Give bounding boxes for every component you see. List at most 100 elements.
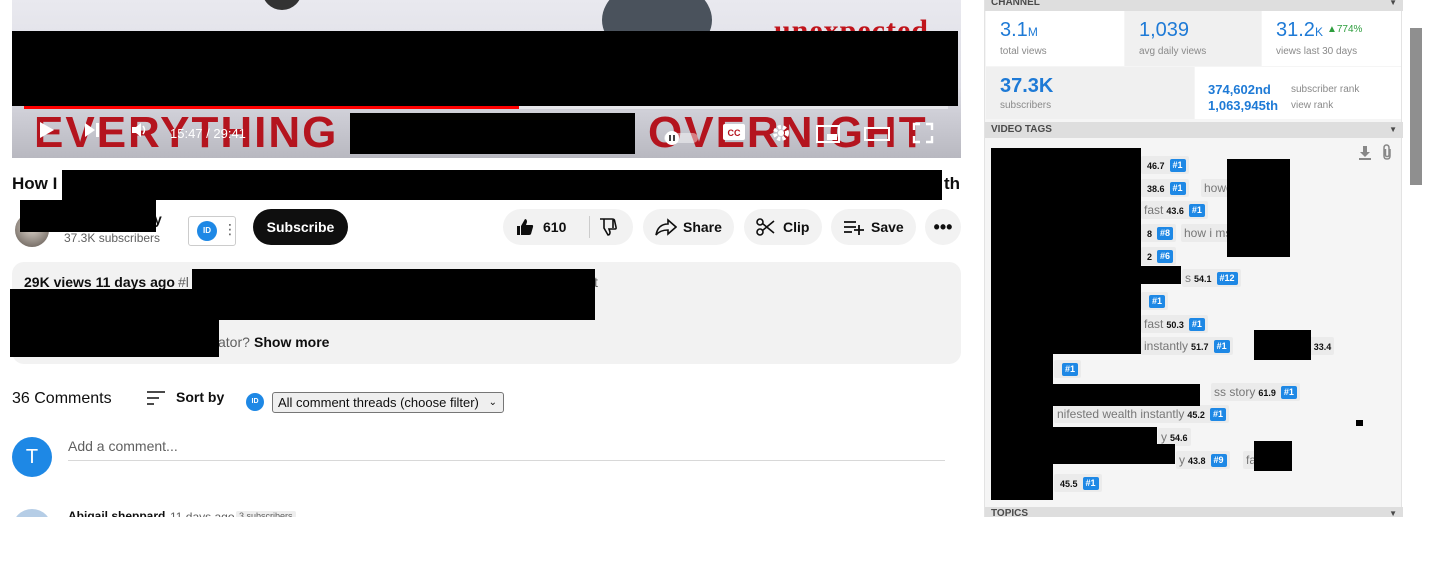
- next-icon[interactable]: [82, 120, 102, 147]
- video-tag[interactable]: 8 #8: [1141, 224, 1177, 242]
- tag-score: 43.6: [1166, 206, 1184, 216]
- more-vert-icon: ⋮: [223, 221, 237, 237]
- video-tag[interactable]: #1: [1054, 360, 1082, 378]
- tag-rank-badge: #8: [1157, 227, 1174, 240]
- redacted-block: [62, 170, 942, 200]
- tag-text: y: [1179, 453, 1185, 467]
- redacted-block: [1053, 384, 1200, 406]
- theater-icon[interactable]: [864, 124, 890, 150]
- hashtag-link[interactable]: #l: [178, 274, 189, 290]
- tags-section-header[interactable]: VIDEO TAGS ▼: [985, 122, 1403, 138]
- redacted-block: [10, 289, 219, 357]
- show-more-button[interactable]: Show more: [254, 334, 329, 350]
- tag-score: 8: [1147, 229, 1153, 239]
- video-tag[interactable]: s 54.1 #12: [1182, 269, 1241, 287]
- tag-score: 43.8: [1188, 456, 1206, 466]
- video-tag[interactable]: 38.6 #1: [1141, 179, 1189, 197]
- thumbs-up-icon: [517, 219, 534, 235]
- subscriber-rank-value: 374,602nd: [1208, 82, 1271, 97]
- add-comment-input[interactable]: Add a comment...: [68, 438, 178, 454]
- share-label: Share: [683, 219, 722, 235]
- dislike-button[interactable]: [590, 209, 633, 245]
- redacted-block: [1053, 444, 1175, 464]
- tag-rank-badge: #1: [1062, 363, 1079, 376]
- redacted-block: [192, 269, 595, 320]
- tag-rank-badge: #1: [1169, 159, 1186, 172]
- paperclip-icon[interactable]: [1381, 144, 1393, 165]
- thumbnail-figure: [262, 0, 302, 10]
- extension-menu-button[interactable]: ID ⋮: [188, 216, 237, 246]
- tag-text: fast: [1144, 317, 1164, 331]
- last30-unit: K: [1314, 25, 1323, 39]
- playlist-add-icon: [844, 221, 864, 235]
- fullscreen-icon[interactable]: [912, 122, 934, 151]
- video-tag[interactable]: 45.5 #1: [1054, 474, 1102, 492]
- redacted-block: [12, 31, 958, 106]
- topics-section-header[interactable]: TOPICS ▼: [985, 507, 1403, 517]
- tag-rank-badge: #1: [1213, 340, 1230, 353]
- chevron-down-icon: ⌄: [488, 397, 497, 408]
- page-scrollbar[interactable]: [1410, 28, 1422, 185]
- settings-icon[interactable]: [770, 122, 792, 151]
- extension-logo-icon: ID: [197, 221, 217, 241]
- autoplay-toggle[interactable]: [664, 126, 698, 152]
- clip-button[interactable]: Clip: [744, 209, 822, 245]
- video-tag[interactable]: nifested wealth instantly 45.2 #1: [1054, 405, 1229, 423]
- more-actions-button[interactable]: •••: [925, 209, 961, 245]
- video-tag[interactable]: 2 #6: [1141, 247, 1177, 265]
- sort-by-button[interactable]: Sort by: [176, 389, 224, 405]
- user-avatar: T: [12, 437, 52, 477]
- save-button[interactable]: Save: [831, 209, 916, 245]
- channel-section-header[interactable]: CHANNEL ▼: [985, 0, 1403, 11]
- comment-input-underline: [68, 460, 945, 461]
- thumbs-down-icon: [600, 218, 617, 236]
- video-player[interactable]: unexpected EVERYTHING OVERNIGHT 15:47 / …: [12, 0, 961, 158]
- tag-score: 61.9: [1258, 388, 1276, 398]
- view-rank-label: view rank: [1291, 100, 1334, 111]
- comment-filter-value: All comment threads (choose filter): [278, 395, 479, 410]
- stat-value: 3.1M: [1000, 19, 1038, 42]
- miniplayer-icon[interactable]: [816, 124, 840, 150]
- section-title: CHANNEL: [991, 0, 1040, 8]
- stat-label: avg daily views: [1139, 46, 1207, 57]
- tag-rank-badge: #12: [1216, 272, 1238, 285]
- extension-logo-icon: ID: [246, 393, 264, 411]
- stat-last30: 31.2K ▲774% views last 30 days: [1262, 11, 1401, 66]
- last30-value: 31.2: [1276, 19, 1315, 41]
- subscriber-rank-label: subscriber rank: [1291, 84, 1360, 95]
- subscriber-count: 37.3K subscribers: [64, 231, 161, 245]
- share-button[interactable]: Share: [643, 209, 734, 245]
- tag-rank-badge: #9: [1210, 454, 1227, 467]
- view-rank-value: 1,063,945th: [1208, 98, 1279, 113]
- video-tag[interactable]: 46.7 #1: [1141, 156, 1189, 174]
- comments-count: 36 Comments: [12, 390, 112, 407]
- video-tag[interactable]: instantly 51.7 #1: [1141, 337, 1233, 355]
- time-display: 15:47 / 29:41: [170, 126, 246, 141]
- tag-rank-badge: #1: [1149, 295, 1166, 308]
- video-tag[interactable]: fast 50.3 #1: [1141, 315, 1208, 333]
- tag-text: nifested wealth instantly: [1057, 407, 1185, 421]
- video-tag[interactable]: #1: [1141, 292, 1169, 310]
- stat-label: views last 30 days: [1276, 46, 1358, 57]
- like-button[interactable]: 610: [503, 209, 589, 245]
- total-views-value: 3.1: [1000, 19, 1028, 41]
- progress-bar[interactable]: [24, 106, 948, 109]
- tag-rank-badge: #6: [1157, 250, 1174, 263]
- caret-down-icon: ▼: [1389, 509, 1397, 517]
- volume-icon[interactable]: [130, 120, 150, 147]
- play-icon[interactable]: [36, 120, 56, 147]
- comment-filter-select[interactable]: All comment threads (choose filter) ⌄: [272, 392, 504, 413]
- sort-icon[interactable]: [146, 389, 166, 412]
- video-tag[interactable]: y 43.8 #9: [1176, 451, 1230, 469]
- download-icon[interactable]: [1359, 146, 1371, 165]
- view-count-date: 29K views 11 days ago: [24, 274, 175, 290]
- tag-text: s: [1185, 271, 1191, 285]
- tag-score: 46.7: [1147, 161, 1165, 171]
- save-label: Save: [871, 219, 904, 235]
- subscribe-button[interactable]: Subscribe: [253, 209, 348, 245]
- tag-rank-badge: #1: [1280, 386, 1297, 399]
- video-tag[interactable]: ss story 61.9 #1: [1211, 383, 1300, 401]
- video-tag[interactable]: fast 43.6 #1: [1141, 201, 1208, 219]
- tag-text: instantly: [1144, 339, 1189, 353]
- captions-icon[interactable]: CC: [722, 122, 746, 149]
